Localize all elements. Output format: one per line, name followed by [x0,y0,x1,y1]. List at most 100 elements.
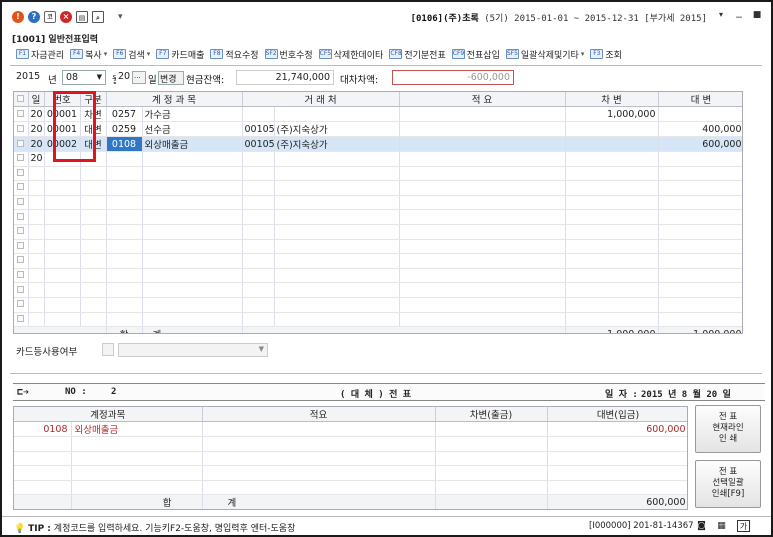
cell-debit[interactable] [565,297,659,313]
cell-cust-name[interactable] [274,224,400,240]
table-row[interactable] [14,209,742,225]
print-icon[interactable]: ▤ [76,11,88,23]
table-row[interactable] [14,224,742,240]
cell-acct-name[interactable] [142,297,243,313]
cell-acct-code[interactable]: 0108 [106,136,143,152]
year-field[interactable]: 2015 [16,70,44,85]
cell-cust-code[interactable] [242,151,275,167]
change-button[interactable]: 변경 [158,71,184,85]
row-checkbox[interactable] [17,212,25,220]
cell-cust-code[interactable] [242,180,275,196]
chevron-down-icon[interactable]: ▾ [581,50,585,58]
toolbar-item[interactable]: F7 카드매출 [156,48,204,61]
cell-cust-code[interactable] [242,106,275,122]
cell-cust-code[interactable] [242,297,275,313]
row-checkbox[interactable] [17,124,25,132]
cell-cust-name[interactable] [274,106,400,122]
cell-debit[interactable]: 1,000,000 [565,106,659,122]
cell-type[interactable] [80,312,107,328]
cell-acct-code[interactable] [106,209,143,225]
cell-day[interactable] [28,253,45,269]
cell-acct-name[interactable] [142,180,243,196]
cell-type[interactable] [80,282,107,298]
row-checkbox-cell[interactable] [14,224,29,240]
cell-credit[interactable] [658,180,742,196]
toolbar-item[interactable]: F6 검색 ▾ [113,48,150,61]
row-checkbox[interactable] [17,256,25,264]
cell-cust-code[interactable] [242,209,275,225]
cell-debit[interactable] [565,312,659,328]
cell-type[interactable] [80,268,107,284]
cell-day[interactable] [28,180,45,196]
cell-cust-name[interactable] [274,166,400,182]
cell-debit[interactable] [565,239,659,255]
row-checkbox[interactable] [17,241,25,249]
cell-type[interactable] [80,224,107,240]
cell-day[interactable]: 20 [28,136,45,152]
row-checkbox-cell[interactable] [14,297,29,313]
cell-type[interactable] [80,180,107,196]
customize-arrow-icon[interactable]: ▾ [118,12,123,22]
row-checkbox-cell[interactable] [14,282,29,298]
cell-no[interactable] [44,239,81,255]
cell-acct-name[interactable] [142,253,243,269]
cell-credit[interactable] [658,282,742,298]
camera-icon[interactable]: ◙ [695,520,708,532]
cell-no[interactable] [44,166,81,182]
language-toggle-button[interactable]: 가 [737,520,750,532]
cell-cust-name[interactable] [274,195,400,211]
cell-type[interactable]: 대변 [80,136,107,152]
cell-acct-code[interactable] [106,297,143,313]
cell-debit[interactable] [565,195,659,211]
cell-cust-name[interactable] [274,209,400,225]
cell-day[interactable]: 20 [28,121,45,137]
cell-cust-name[interactable] [274,151,400,167]
cell-acct-name[interactable]: 가수금 [142,106,243,122]
cell-acct-code[interactable] [106,268,143,284]
cell-acct-name[interactable] [142,239,243,255]
row-checkbox-cell[interactable] [14,209,29,225]
row-checkbox-cell[interactable] [14,253,29,269]
toolbar-item[interactable]: F4 복사 ▾ [70,48,107,61]
cell-cust-name[interactable] [274,239,400,255]
cell-type[interactable]: 차변 [80,106,107,122]
cell-credit[interactable] [658,268,742,284]
toolbar-item[interactable]: SF5 일괄삭제및기타 ▾ [505,48,585,61]
cell-no[interactable] [44,195,81,211]
cell-memo[interactable] [399,151,566,167]
cell-memo[interactable] [399,180,566,196]
cell-memo[interactable] [399,121,566,137]
cell-credit[interactable]: 600,000 [658,136,742,152]
close-program-icon[interactable]: × [60,11,72,23]
cell-day[interactable] [28,282,45,298]
cell-memo[interactable] [399,106,566,122]
toolbar-item[interactable]: CF9 전표삽입 [451,48,500,61]
cell-acct-name[interactable] [142,209,243,225]
cell-day[interactable] [28,297,45,313]
table-row[interactable]: 20 [14,151,742,167]
cell-memo[interactable] [399,239,566,255]
print-selected-button[interactable]: 전 표 선택일괄 인쇄[F9] [695,460,761,508]
cell-acct-code[interactable]: 0259 [106,121,143,137]
dropdown-icon[interactable]: ▾ [715,10,727,19]
cell-type[interactable]: 대변 [80,121,107,137]
cell-debit[interactable] [565,282,659,298]
maximize-button[interactable]: ■ [751,10,763,20]
cell-cust-code[interactable] [242,195,275,211]
cell-acct-name[interactable]: 선수금 [142,121,243,137]
cell-acct-code[interactable] [106,195,143,211]
table-row[interactable] [14,253,742,269]
cell-memo[interactable] [399,224,566,240]
row-checkbox-cell[interactable] [14,312,29,328]
row-checkbox-cell[interactable] [14,268,29,284]
card-usage-select[interactable]: ▼ [118,343,268,357]
cell-cust-name[interactable] [274,180,400,196]
cell-no[interactable] [44,282,81,298]
row-checkbox[interactable] [17,285,25,293]
cell-credit[interactable] [658,151,742,167]
code-icon[interactable]: 코 [44,11,56,23]
row-checkbox[interactable] [17,198,25,206]
cell-acct-code[interactable] [106,180,143,196]
cell-memo[interactable] [399,297,566,313]
cell-acct-code[interactable] [106,151,143,167]
